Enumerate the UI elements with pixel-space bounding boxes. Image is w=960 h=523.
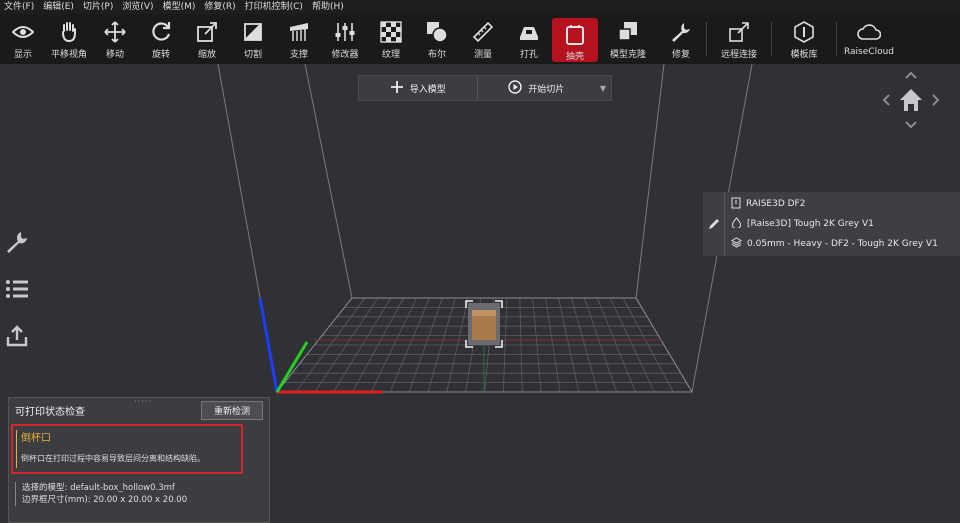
menu-model[interactable]: 模型(M)	[163, 0, 196, 14]
view-right-icon[interactable]	[932, 94, 940, 106]
issue-item[interactable]: 倒杯口 倒杯口在打印过程中容易导致层间分离和结构缺陷。	[11, 424, 243, 474]
toolbar-divider	[836, 22, 837, 56]
rotate-icon	[148, 20, 174, 44]
main-toolbar: 显示 平移视角 移动 旋转 缩放 切割 支撑 修改器 纹理 布尔 测量 打孔 抽…	[0, 14, 960, 64]
selected-model[interactable]	[465, 300, 503, 348]
checkerboard-icon	[378, 20, 404, 44]
printer-row[interactable]: RAISE3D DF2	[731, 196, 954, 212]
home-view-icon[interactable]	[900, 89, 922, 111]
menu-printer-control[interactable]: 打印机控制(C)	[245, 0, 303, 14]
drill-button[interactable]: 打孔	[506, 14, 552, 64]
measure-button[interactable]: 测量	[460, 14, 506, 64]
hollow-button[interactable]: 抽壳	[552, 18, 598, 62]
menu-bar: 文件(F) 编辑(E) 切片(P) 浏览(V) 模型(M) 修复(R) 打印机控…	[0, 0, 960, 14]
clone-icon	[615, 20, 641, 44]
view-down-icon[interactable]	[905, 121, 917, 129]
menu-view[interactable]: 浏览(V)	[122, 0, 153, 14]
issue-title: 倒杯口	[21, 433, 51, 444]
material-row[interactable]: [Raise3D] Tough 2K Grey V1	[731, 216, 954, 232]
edit-printer-button[interactable]	[703, 192, 725, 256]
repair-button[interactable]: 修复	[658, 14, 704, 64]
eye-icon	[10, 20, 36, 44]
raisecloud-button[interactable]: RaiseCloud	[839, 14, 899, 64]
view-navigator	[880, 70, 942, 132]
list-icon[interactable]	[5, 278, 29, 304]
export-icon[interactable]	[5, 324, 29, 352]
toolbar-divider	[771, 22, 772, 56]
menu-help[interactable]: 帮助(H)	[312, 0, 344, 14]
profile-row[interactable]: 0.05mm - Heavy - DF2 - Tough 2K Grey V1	[730, 236, 954, 252]
printer-settings-panel: RAISE3D DF2 [Raise3D] Tough 2K Grey V1 0…	[703, 192, 960, 256]
view-left-icon[interactable]	[882, 94, 890, 106]
material-name: [Raise3D] Tough 2K Grey V1	[747, 219, 874, 229]
menu-file[interactable]: 文件(F)	[4, 0, 34, 14]
support-icon	[286, 20, 312, 44]
wrench-icon[interactable]	[5, 230, 29, 258]
remote-icon	[726, 20, 752, 44]
play-circle-icon	[508, 79, 522, 97]
sliders-icon	[332, 20, 358, 44]
drag-handle[interactable]: ·····	[134, 397, 152, 406]
import-model-button[interactable]: 导入模型	[359, 76, 477, 100]
bounding-box-line: 边界框尺寸(mm): 20.00 x 20.00 x 20.00	[22, 495, 188, 505]
model-clone-button[interactable]: 模型克隆	[598, 14, 658, 64]
view-up-icon[interactable]	[905, 71, 917, 79]
printer-name: RAISE3D DF2	[746, 199, 806, 209]
support-button[interactable]: 支撑	[276, 14, 322, 64]
material-icon	[731, 217, 742, 231]
scale-button[interactable]: 缩放	[184, 14, 230, 64]
left-toolbar	[4, 230, 30, 352]
pencil-icon	[708, 215, 720, 234]
boolean-icon	[424, 20, 450, 44]
ruler-icon	[470, 20, 496, 44]
issue-description: 倒杯口在打印过程中容易导致层间分离和结构缺陷。	[21, 454, 205, 463]
hand-icon	[56, 20, 82, 44]
slice-dropdown-arrow[interactable]: ▼	[595, 84, 611, 93]
cloud-icon	[856, 20, 882, 44]
cut-button[interactable]: 切割	[230, 14, 276, 64]
y-axis	[275, 341, 309, 393]
drill-icon	[516, 20, 542, 44]
start-slice-button[interactable]: 开始切片	[478, 76, 596, 100]
display-button[interactable]: 显示	[0, 14, 46, 64]
boolean-button[interactable]: 布尔	[414, 14, 460, 64]
action-bar: 导入模型 开始切片 ▼	[358, 75, 612, 101]
layers-icon	[730, 237, 743, 251]
wrench-icon	[668, 20, 694, 44]
menu-slice[interactable]: 切片(P)	[83, 0, 113, 14]
hollow-icon	[562, 24, 588, 46]
toolbar-divider	[706, 22, 707, 56]
model-info: 选择的模型: default-box_hollow0.3mf 边界框尺寸(mm)…	[15, 482, 187, 506]
cut-icon	[240, 20, 266, 44]
z-axis	[258, 297, 279, 393]
rotate-button[interactable]: 旋转	[138, 14, 184, 64]
pan-view-button[interactable]: 平移视角	[46, 14, 92, 64]
template-library-button[interactable]: 模板库	[774, 14, 834, 64]
selected-model-line: 选择的模型: default-box_hollow0.3mf	[22, 483, 175, 493]
menu-edit[interactable]: 编辑(E)	[43, 0, 74, 14]
remote-connect-button[interactable]: 远程连接	[709, 14, 769, 64]
printability-check-panel: ····· 可打印状态检查 重新检测 倒杯口 倒杯口在打印过程中容易导致层间分离…	[8, 397, 270, 523]
recheck-button[interactable]: 重新检测	[200, 400, 263, 420]
panel-title: 可打印状态检查	[15, 406, 85, 418]
scale-icon	[194, 20, 220, 44]
profile-name: 0.05mm - Heavy - DF2 - Tough 2K Grey V1	[747, 239, 938, 249]
plus-icon	[390, 80, 404, 97]
menu-repair[interactable]: 修复(R)	[204, 0, 235, 14]
modifier-button[interactable]: 修改器	[322, 14, 368, 64]
move-button[interactable]: 移动	[92, 14, 138, 64]
library-icon	[791, 20, 817, 44]
texture-button[interactable]: 纹理	[368, 14, 414, 64]
printer-icon	[731, 197, 741, 212]
move-arrows-icon	[102, 20, 128, 44]
